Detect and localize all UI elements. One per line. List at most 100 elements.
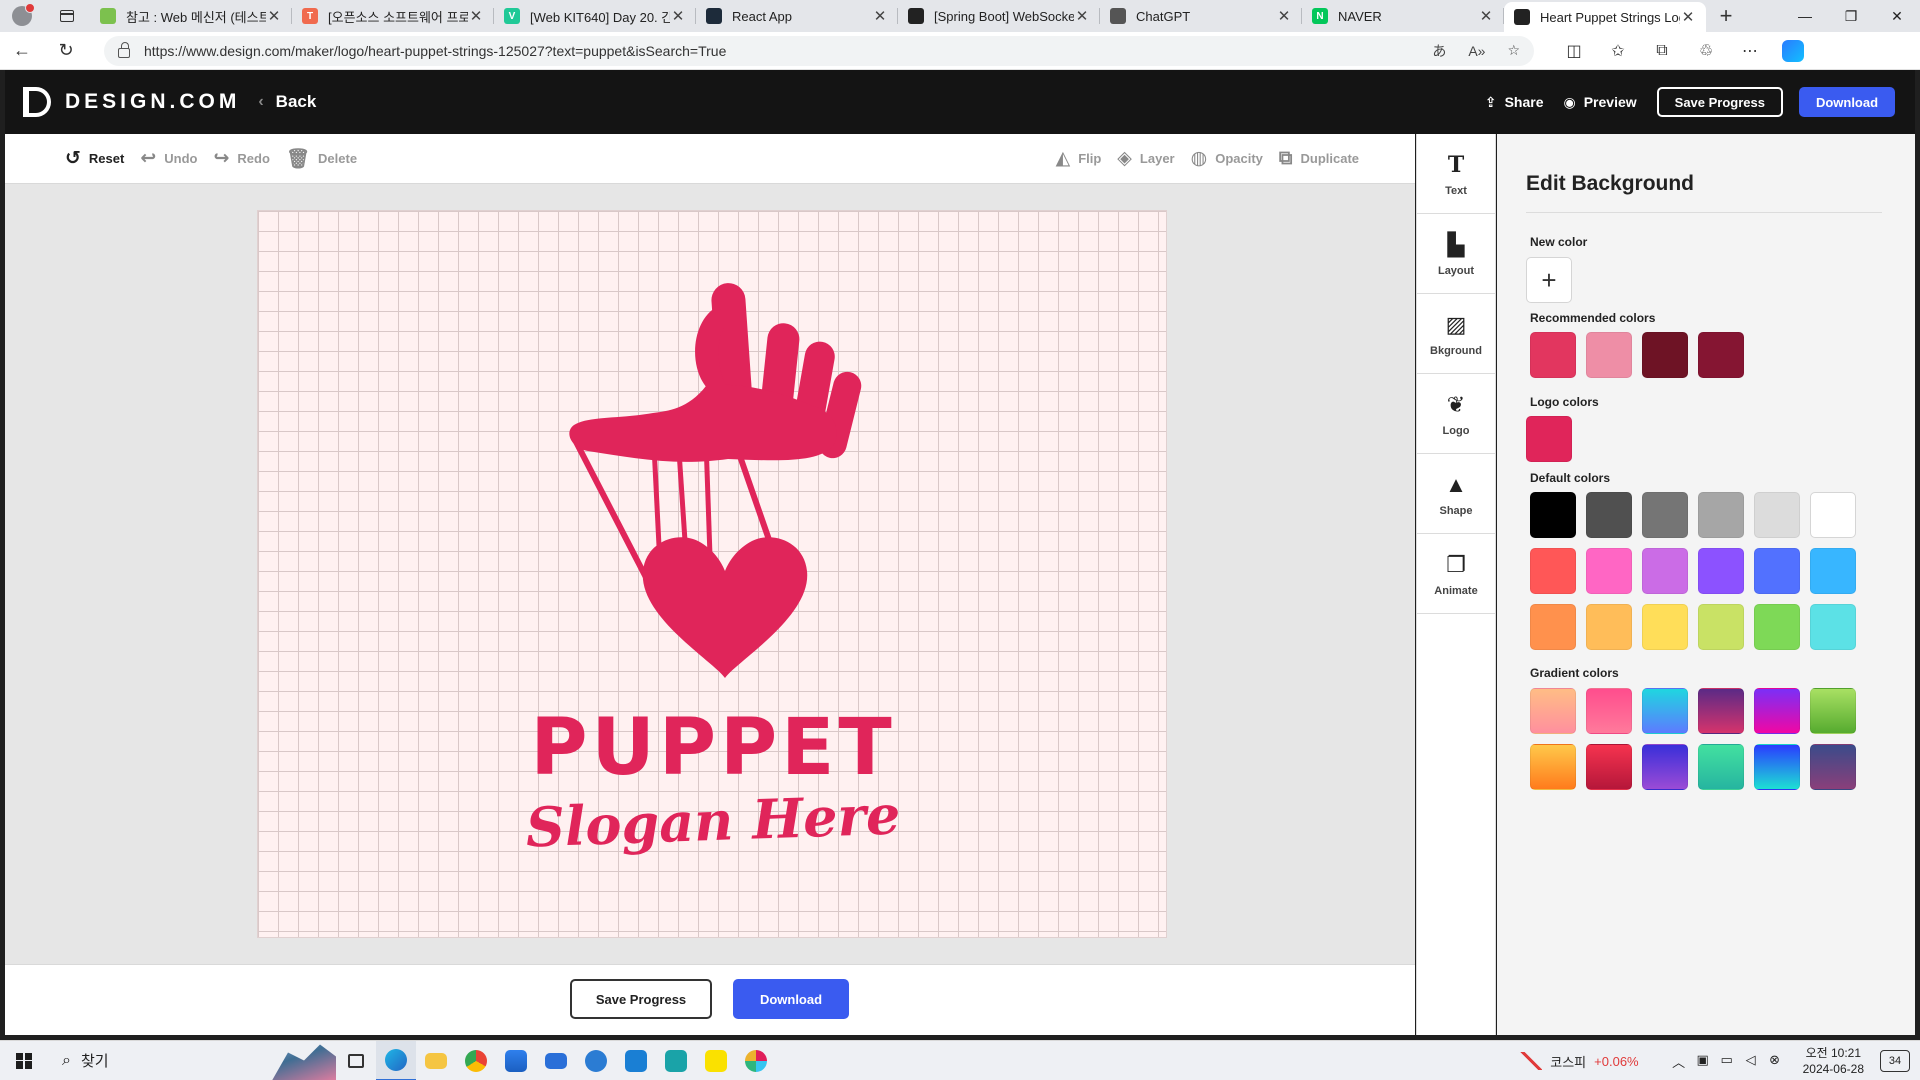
gradient-swatch[interactable]: [1698, 744, 1744, 790]
color-swatch[interactable]: [1530, 604, 1576, 650]
tool-background[interactable]: ▨ Bkground: [1417, 294, 1495, 374]
taskbar-app-blue[interactable]: [576, 1041, 616, 1080]
color-swatch[interactable]: [1642, 604, 1688, 650]
color-swatch[interactable]: [1642, 492, 1688, 538]
color-swatch[interactable]: [1586, 332, 1632, 378]
header-save-progress-button[interactable]: Save Progress: [1656, 87, 1783, 117]
clock[interactable]: 오전 10:21 2024-06-28: [1803, 1045, 1864, 1077]
gradient-swatch[interactable]: [1810, 688, 1856, 734]
color-swatch[interactable]: [1526, 416, 1572, 462]
browser-tab[interactable]: V [Web KIT640] Day 20. 간단 ✕: [494, 0, 696, 32]
gradient-swatch[interactable]: [1810, 744, 1856, 790]
tab-close-icon[interactable]: ✕: [1276, 7, 1292, 25]
color-swatch[interactable]: [1698, 604, 1744, 650]
more-options-icon[interactable]: ⋯: [1728, 41, 1772, 61]
color-swatch[interactable]: [1754, 604, 1800, 650]
logo-canvas[interactable]: PUPPET Slogan Here: [257, 210, 1167, 938]
browser-tab[interactable]: T [오픈소스 소프트웨어 프로 ✕: [292, 0, 494, 32]
browser-tab[interactable]: [Spring Boot] WebSocket ✕: [898, 0, 1100, 32]
taskbar-edge[interactable]: [376, 1040, 416, 1080]
color-swatch[interactable]: [1642, 548, 1688, 594]
color-swatch[interactable]: [1586, 548, 1632, 594]
tool-layout[interactable]: ▙ Layout: [1417, 214, 1495, 294]
minimize-icon[interactable]: —: [1782, 0, 1828, 32]
back-arrow-icon[interactable]: ←: [0, 32, 44, 70]
browser-tab[interactable]: React App ✕: [696, 0, 898, 32]
extensions-icon[interactable]: ♲: [1684, 41, 1728, 61]
header-download-button[interactable]: Download: [1799, 87, 1895, 117]
tab-close-icon[interactable]: ✕: [468, 7, 484, 25]
gradient-swatch[interactable]: [1642, 744, 1688, 790]
tool-shape[interactable]: ▲ Shape: [1417, 454, 1495, 534]
volume-icon[interactable]: ◁: [1739, 1052, 1763, 1071]
gradient-swatch[interactable]: [1642, 688, 1688, 734]
color-swatch[interactable]: [1754, 548, 1800, 594]
opacity-button[interactable]: ◍ Opacity: [1191, 147, 1263, 170]
network-icon[interactable]: ▭: [1715, 1052, 1739, 1071]
favorites-icon[interactable]: ✩: [1596, 41, 1640, 61]
tab-close-icon[interactable]: ✕: [872, 7, 888, 25]
split-screen-icon[interactable]: ◫: [1552, 41, 1596, 61]
preview-button[interactable]: ◉ Preview: [1564, 94, 1637, 111]
notification-badge[interactable]: 34: [1880, 1050, 1910, 1072]
color-swatch[interactable]: [1810, 492, 1856, 538]
tool-text[interactable]: T Text: [1417, 134, 1495, 214]
browser-tab[interactable]: 참고 : Web 메신저 (테스트 ✕: [90, 0, 292, 32]
task-view-button[interactable]: [336, 1041, 376, 1080]
taskbar-kakaotalk[interactable]: [696, 1041, 736, 1080]
browser-tab-active[interactable]: Heart Puppet Strings Logo ✕: [1504, 2, 1706, 32]
gradient-swatch[interactable]: [1586, 744, 1632, 790]
redo-button[interactable]: ↪ Redo: [213, 147, 269, 170]
undo-button[interactable]: ↩ Undo: [140, 147, 197, 170]
start-button[interactable]: [0, 1041, 48, 1080]
url-input[interactable]: https://www.design.com/maker/logo/heart-…: [104, 35, 1534, 66]
color-swatch[interactable]: [1698, 492, 1744, 538]
tool-animate[interactable]: ❐ Animate: [1417, 534, 1495, 614]
tab-close-icon[interactable]: ✕: [1680, 8, 1696, 26]
browser-tab[interactable]: ChatGPT ✕: [1100, 0, 1302, 32]
brand-logo[interactable]: DESIGN.COM: [23, 87, 240, 117]
taskbar-search[interactable]: ⌕ 찾기: [48, 1041, 336, 1080]
restore-icon[interactable]: ❐: [1828, 0, 1874, 32]
add-color-button[interactable]: +: [1526, 257, 1572, 303]
refresh-icon[interactable]: ↻: [44, 32, 88, 70]
color-swatch[interactable]: [1530, 492, 1576, 538]
close-window-icon[interactable]: ✕: [1874, 0, 1920, 32]
color-swatch[interactable]: [1530, 548, 1576, 594]
color-swatch[interactable]: [1810, 548, 1856, 594]
color-swatch[interactable]: [1530, 332, 1576, 378]
tab-close-icon[interactable]: ✕: [266, 7, 282, 25]
taskbar-store[interactable]: [496, 1041, 536, 1080]
color-swatch[interactable]: [1698, 548, 1744, 594]
tab-close-icon[interactable]: ✕: [1074, 7, 1090, 25]
tab-actions-button[interactable]: [44, 0, 90, 32]
taskbar-app-teal[interactable]: [656, 1041, 696, 1080]
taskbar-file-explorer[interactable]: [416, 1041, 456, 1080]
color-swatch[interactable]: [1754, 492, 1800, 538]
color-swatch[interactable]: [1698, 332, 1744, 378]
tool-logo[interactable]: ❦ Logo: [1417, 374, 1495, 454]
tab-close-icon[interactable]: ✕: [1478, 7, 1494, 25]
gradient-swatch[interactable]: [1754, 688, 1800, 734]
gradient-swatch[interactable]: [1530, 688, 1576, 734]
gradient-swatch[interactable]: [1754, 744, 1800, 790]
taskbar-chrome[interactable]: [456, 1041, 496, 1080]
browser-tab[interactable]: N NAVER ✕: [1302, 0, 1504, 32]
layer-button[interactable]: ◈ Layer: [1117, 147, 1174, 170]
collections-icon[interactable]: ⧉: [1640, 42, 1684, 60]
meet-icon[interactable]: ▣: [1691, 1052, 1715, 1071]
color-swatch[interactable]: [1810, 604, 1856, 650]
share-button[interactable]: ⇪ Share: [1485, 94, 1544, 111]
duplicate-button[interactable]: ⧉ Duplicate: [1279, 148, 1359, 170]
color-swatch[interactable]: [1586, 604, 1632, 650]
gradient-swatch[interactable]: [1586, 688, 1632, 734]
bottom-download-button[interactable]: Download: [733, 979, 849, 1019]
reset-button[interactable]: ↺ Reset: [65, 147, 124, 170]
taskbar-vscode[interactable]: [616, 1041, 656, 1080]
flip-button[interactable]: ◭ Flip: [1056, 147, 1102, 170]
color-swatch[interactable]: [1586, 492, 1632, 538]
taskbar-mail[interactable]: [536, 1041, 576, 1080]
bottom-save-progress-button[interactable]: Save Progress: [570, 979, 712, 1019]
stock-widget[interactable]: 코스피 +0.06%: [1520, 1052, 1639, 1071]
chevron-up-icon[interactable]: ︿: [1667, 1052, 1691, 1071]
